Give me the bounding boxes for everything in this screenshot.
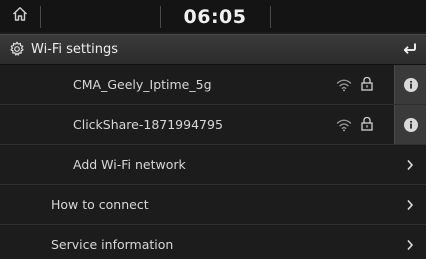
network-name: ClickShare-1871994795 [73, 117, 223, 132]
home-button[interactable] [0, 0, 40, 32]
network-info-button[interactable] [394, 105, 426, 144]
add-wifi-network-label: Add Wi-Fi network [73, 157, 186, 172]
status-bar: 06:05 [0, 0, 426, 32]
clock: 06:05 [183, 6, 247, 28]
chevron-right-icon [400, 185, 420, 224]
info-icon [404, 77, 418, 92]
gear-icon [9, 41, 25, 57]
how-to-connect-label: How to connect [51, 197, 149, 212]
service-information-label: Service information [51, 237, 174, 252]
status-divider [270, 6, 271, 28]
chevron-right-icon [400, 225, 420, 259]
service-information-item[interactable]: Service information [0, 225, 426, 259]
back-arrow-icon [402, 40, 418, 59]
info-icon [404, 117, 418, 132]
wifi-settings-screen: 06:05 Wi-Fi settings CMA_Geely_Iptime_5g… [0, 0, 426, 259]
lock-icon [360, 76, 374, 91]
network-name: CMA_Geely_Iptime_5g [73, 77, 212, 92]
home-icon [12, 6, 28, 26]
lock-icon [360, 116, 374, 131]
wifi-signal-icon [336, 117, 352, 132]
back-button[interactable] [394, 35, 426, 64]
wifi-network-item[interactable]: CMA_Geely_Iptime_5g [0, 65, 426, 105]
how-to-connect-item[interactable]: How to connect [0, 185, 426, 225]
add-wifi-network-item[interactable]: Add Wi-Fi network [0, 145, 426, 185]
title-bar: Wi-Fi settings [0, 34, 426, 65]
chevron-right-icon [400, 145, 420, 184]
wifi-signal-icon [336, 77, 352, 92]
status-divider [40, 6, 41, 28]
wifi-network-item[interactable]: ClickShare-1871994795 [0, 105, 426, 145]
page-title: Wi-Fi settings [31, 42, 118, 57]
network-info-button[interactable] [394, 65, 426, 104]
